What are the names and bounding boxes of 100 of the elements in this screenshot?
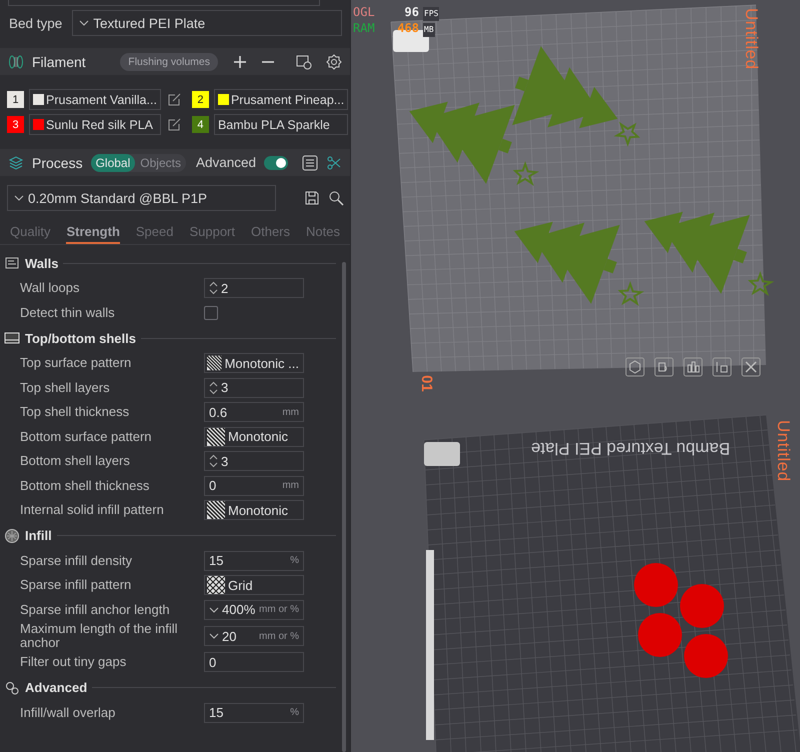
advanced-label: Advanced [196, 155, 256, 170]
caret-icon [209, 606, 219, 613]
setting-label: Top surface pattern [20, 356, 132, 370]
setting-label: Sparse infill pattern [20, 578, 132, 592]
unit-label: % [290, 707, 299, 718]
caret-icon [209, 633, 219, 639]
slot-number: 3 [7, 116, 24, 133]
setting-label: Top shell thickness [20, 405, 130, 420]
setting-label: Sparse infill anchor length [20, 602, 171, 617]
spin-field[interactable]: 3 [204, 451, 304, 472]
pattern-dropdown[interactable]: Grid [204, 575, 304, 596]
pattern-dropdown[interactable]: Monotonic ... [204, 353, 304, 374]
filament-title: Filament [32, 54, 86, 70]
plate-corner-tile [424, 442, 460, 466]
plate-name: Untitled [773, 420, 793, 482]
checkbox[interactable] [204, 306, 218, 320]
plus-icon[interactable] [232, 54, 248, 70]
setting-label: Infill/wall overlap [20, 706, 116, 720]
plate-number: 01 [418, 375, 435, 392]
section-title: Top/bottom shells [25, 330, 136, 346]
settings-icon[interactable] [326, 54, 342, 70]
stat-unit: MB [423, 23, 435, 37]
color-swatch [33, 119, 44, 130]
disc-model [680, 584, 724, 628]
slot-number: 4 [192, 116, 209, 133]
unit-label: mm [282, 406, 299, 418]
spinner-icon [209, 380, 218, 395]
unit-label: mm or % [259, 604, 299, 616]
pattern-dropdown[interactable]: Monotonic [204, 500, 304, 520]
spool-icon [8, 54, 24, 70]
filament-dropdown[interactable]: Sunlu Red silk PLA [29, 114, 161, 135]
slot-number: 1 [7, 91, 24, 108]
scrollbar[interactable] [342, 262, 346, 752]
list-icon[interactable] [302, 154, 318, 170]
advanced-toggle[interactable] [264, 156, 288, 170]
setting-label: Bottom shell thickness [20, 478, 150, 493]
unit-label: mm or % [259, 630, 299, 642]
settings-tab[interactable]: Strength [66, 222, 120, 244]
arrange-icon[interactable] [683, 357, 703, 377]
edit-icon[interactable] [166, 116, 182, 132]
stat-name: RAM [353, 21, 376, 35]
filament-dropdown[interactable]: Prusament Pineap... [214, 89, 348, 110]
caret-icon [14, 195, 24, 201]
bed-type-dropdown[interactable]: Textured PEI Plate [72, 10, 342, 36]
input-field[interactable]: 15 % [204, 702, 304, 723]
stat-unit: FPS [423, 7, 440, 21]
save-icon[interactable] [304, 190, 320, 206]
input-field[interactable]: 0.6 mm [204, 402, 304, 422]
unit-label: mm [282, 480, 299, 492]
color-swatch [33, 94, 44, 105]
shells-icon [4, 330, 20, 346]
disc-model [638, 613, 682, 657]
caret-icon [79, 20, 90, 26]
bed-type-label: Bed type [9, 16, 62, 30]
stat-value: 96 [404, 5, 419, 19]
preset-dropdown[interactable]: 0.20mm Standard @BBL P1P [7, 185, 276, 211]
plate-name: Untitled [741, 8, 761, 70]
slot-number: 2 [192, 91, 209, 108]
input-field[interactable]: 0 [204, 652, 304, 672]
layers-icon [8, 154, 24, 170]
hatch-pattern-icon [207, 501, 225, 520]
stat-name: OGL [353, 5, 376, 19]
filament-dropdown[interactable]: Prusament Vanilla... [29, 89, 161, 110]
pattern-dropdown[interactable]: Monotonic [204, 426, 304, 447]
input-field[interactable]: 0 mm [204, 476, 304, 496]
search-icon[interactable] [328, 190, 344, 206]
setting-label: Detect thin walls [20, 306, 116, 320]
setting-label: Filter out tiny gaps [20, 655, 128, 670]
process-title: Process [32, 154, 83, 170]
input-field[interactable]: 15 % [204, 550, 304, 571]
section-title: Walls [25, 256, 58, 270]
combo-field[interactable]: 20 mm or % [204, 626, 304, 646]
hatch-pattern-icon [207, 354, 222, 372]
spinner-icon [209, 454, 218, 468]
spin-field[interactable]: 3 [204, 378, 304, 398]
scope-tab[interactable]: Global [90, 154, 136, 172]
section-title: Infill [25, 528, 52, 543]
walls-icon [4, 255, 20, 271]
setting-label: Wall loops [20, 281, 80, 296]
setting-label: Maximum length of the infill anchor [20, 622, 179, 650]
setting-label: Bottom shell layers [20, 454, 131, 468]
color-swatch [218, 94, 229, 105]
disc-model [634, 563, 678, 607]
filament-dropdown[interactable]: Bambu PLA Sparkle [214, 114, 348, 135]
infill-icon [4, 528, 20, 544]
disc-model [684, 634, 728, 678]
flushing-volumes-button[interactable]: Flushing volumes [120, 52, 218, 70]
unit-label: % [290, 555, 299, 566]
bed-label: Bambu Textured PEI Plate [531, 438, 730, 458]
scissors-icon[interactable] [326, 154, 342, 170]
close-icon[interactable] [741, 357, 761, 377]
spin-field[interactable]: 2 [204, 278, 304, 298]
setting-label: Sparse infill density [20, 554, 133, 568]
combo-field[interactable]: 400% mm or % [204, 600, 304, 620]
section-title: Advanced [25, 680, 88, 695]
hatch-pattern-icon [207, 428, 225, 446]
grid-pattern-icon [207, 576, 225, 594]
spinner-icon [209, 281, 218, 296]
edit-icon[interactable] [166, 92, 182, 108]
setting-label: Top shell layers [20, 380, 111, 395]
